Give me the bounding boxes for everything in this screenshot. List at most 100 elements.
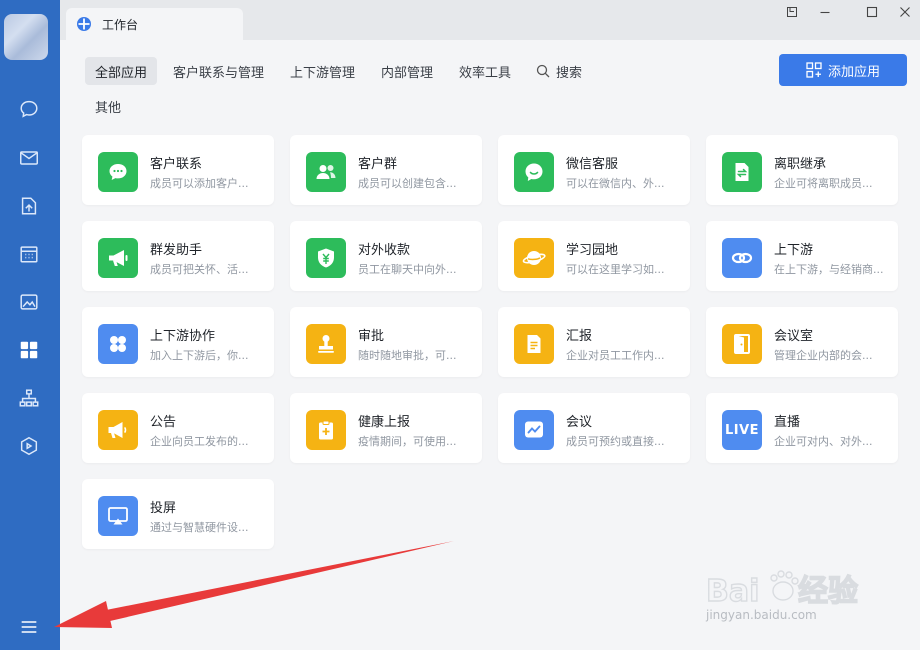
app-description: 成员可把关怀、活...	[150, 263, 249, 276]
tab-workbench[interactable]: 工作台	[66, 8, 243, 40]
app-card[interactable]: 客户群成员可以创建包含...	[290, 135, 482, 205]
app-card[interactable]: 汇报企业对员工工作内...	[498, 307, 690, 377]
minimize-icon[interactable]	[817, 4, 833, 20]
app-description: 可以在微信内、外...	[566, 177, 665, 190]
app-card[interactable]: 公告企业向员工发布的...	[82, 393, 274, 463]
app-description: 员工在聊天中向外...	[358, 263, 457, 276]
app-card[interactable]: 对外收款员工在聊天中向外...	[290, 221, 482, 291]
close-icon[interactable]	[897, 4, 913, 20]
app-description: 通过与智慧硬件设...	[150, 521, 249, 534]
app-description: 可以在这里学习如...	[566, 263, 665, 276]
add-app-button[interactable]: 添加应用	[779, 54, 907, 86]
tab-other[interactable]: 其他	[95, 92, 121, 120]
clipboard-plus-icon	[306, 410, 346, 450]
screencast-icon	[98, 496, 138, 536]
megaphone-icon	[98, 238, 138, 278]
baidu-jingyan-watermark: Bai 经验	[705, 570, 859, 610]
app-name: 学习园地	[566, 243, 619, 258]
app-description: 企业可将离职成员...	[774, 177, 873, 190]
report-icon	[514, 324, 554, 364]
app-card[interactable]: 离职继承企业可将离职成员...	[706, 135, 898, 205]
app-card[interactable]: 会议室管理企业内部的会...	[706, 307, 898, 377]
add-app-icon	[806, 62, 822, 78]
app-name: 离职继承	[774, 157, 827, 172]
workspace-icon[interactable]	[16, 289, 42, 315]
live-icon: LIVE	[722, 410, 762, 450]
app-name: 审批	[358, 329, 385, 344]
app-card[interactable]: 学习园地可以在这里学习如...	[498, 221, 690, 291]
app-name: 上下游	[774, 243, 814, 258]
transfer-doc-icon	[722, 152, 762, 192]
workbench-logo-icon	[77, 17, 91, 31]
app-card[interactable]: 健康上报疫情期间，可使用...	[290, 393, 482, 463]
menu-icon[interactable]	[16, 614, 42, 640]
tab-internal-management[interactable]: 内部管理	[381, 57, 433, 85]
app-name: 微信客服	[566, 157, 619, 172]
app-name: 客户联系	[150, 157, 203, 172]
app-description: 企业可对内、对外...	[774, 435, 873, 448]
tab-efficiency-tools[interactable]: 效率工具	[459, 57, 511, 85]
planet-icon	[514, 238, 554, 278]
app-description: 在上下游，与经销商...	[774, 263, 884, 276]
app-name: 投屏	[150, 501, 177, 516]
pin-window-icon[interactable]	[784, 4, 800, 20]
app-description: 企业向员工发布的...	[150, 435, 249, 448]
app-description: 成员可预约或直接...	[566, 435, 665, 448]
door-icon	[722, 324, 762, 364]
apps-grid-icon[interactable]	[16, 337, 42, 363]
tab-all-apps[interactable]: 全部应用	[85, 57, 158, 85]
group-icon	[306, 152, 346, 192]
tab-customer-management[interactable]: 客户联系与管理	[173, 57, 264, 85]
message-icon[interactable]	[16, 96, 42, 122]
hexagon-play-icon[interactable]	[16, 433, 42, 459]
search-button[interactable]: 搜索	[536, 57, 582, 85]
svg-text:经验: 经验	[798, 574, 858, 609]
app-description: 管理企业内部的会...	[774, 349, 873, 362]
app-card[interactable]: 上下游在上下游，与经销商...	[706, 221, 898, 291]
app-description: 成员可以添加客户...	[150, 177, 249, 190]
smile-bubble-icon	[514, 152, 554, 192]
app-name: 会议	[566, 415, 593, 430]
app-description: 企业对员工工作内...	[566, 349, 665, 362]
app-name: 会议室	[774, 329, 814, 344]
app-name: 直播	[774, 415, 801, 430]
yuan-shield-icon	[306, 238, 346, 278]
svg-text:Bai: Bai	[706, 574, 759, 609]
meeting-icon	[514, 410, 554, 450]
app-name: 客户群	[358, 157, 398, 172]
app-card[interactable]: LIVE 直播企业可对内、对外...	[706, 393, 898, 463]
mail-icon[interactable]	[16, 145, 42, 171]
chat-bubble-icon	[98, 152, 138, 192]
org-chart-icon[interactable]	[16, 385, 42, 411]
app-name: 公告	[150, 415, 177, 430]
sidebar	[0, 0, 60, 650]
app-card[interactable]: 群发助手成员可把关怀、活...	[82, 221, 274, 291]
app-name: 健康上报	[358, 415, 411, 430]
app-card[interactable]: 会议成员可预约或直接...	[498, 393, 690, 463]
tab-upstream-downstream[interactable]: 上下游管理	[290, 57, 355, 85]
clover-icon	[98, 324, 138, 364]
app-name: 群发助手	[150, 243, 203, 258]
app-description: 加入上下游后，你...	[150, 349, 249, 362]
app-description: 成员可以创建包含...	[358, 177, 457, 190]
tab-title: 工作台	[102, 17, 139, 32]
app-card[interactable]: 上下游协作加入上下游后，你...	[82, 307, 274, 377]
maximize-icon[interactable]	[864, 4, 880, 20]
app-card[interactable]: 审批随时随地审批，可...	[290, 307, 482, 377]
stamp-icon	[306, 324, 346, 364]
search-icon	[536, 64, 550, 78]
app-name: 汇报	[566, 329, 593, 344]
link-icon	[722, 238, 762, 278]
app-name: 对外收款	[358, 243, 411, 258]
document-icon[interactable]	[16, 193, 42, 219]
avatar[interactable]	[4, 14, 48, 60]
calendar-icon[interactable]	[16, 241, 42, 267]
app-card[interactable]: 投屏通过与智慧硬件设...	[82, 479, 274, 549]
app-description: 随时随地审批，可...	[358, 349, 457, 362]
app-name: 上下游协作	[150, 329, 216, 344]
app-card[interactable]: 客户联系成员可以添加客户...	[82, 135, 274, 205]
app-card[interactable]: 微信客服可以在微信内、外...	[498, 135, 690, 205]
announce-icon	[98, 410, 138, 450]
watermark-url: jingyan.baidu.com	[706, 608, 817, 622]
app-description: 疫情期间，可使用...	[358, 435, 457, 448]
